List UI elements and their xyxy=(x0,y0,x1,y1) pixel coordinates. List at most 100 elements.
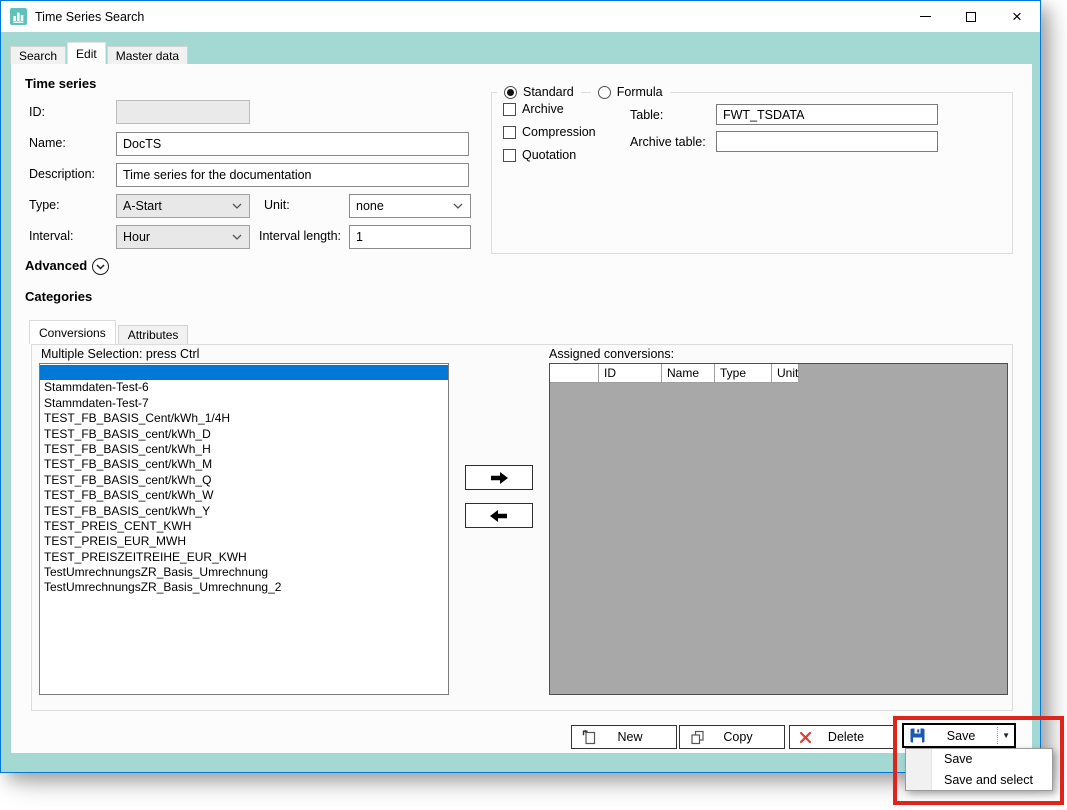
archive-table-field[interactable] xyxy=(716,131,938,152)
main-tab[interactable]: Master data xyxy=(107,46,188,64)
list-item[interactable]: TEST_FB_BASIS_cent/kWh_D xyxy=(40,427,448,442)
close-button[interactable]: × xyxy=(994,1,1040,32)
advanced-heading: Advanced xyxy=(25,258,87,273)
list-item[interactable]: TEST_PREIS_CENT_KWH xyxy=(40,519,448,534)
advanced-expander-button[interactable] xyxy=(92,258,109,275)
title-bar: Time Series Search × xyxy=(1,1,1040,32)
close-icon: × xyxy=(1012,8,1022,25)
copy-icon xyxy=(689,729,706,746)
unassign-conversion-button[interactable] xyxy=(465,503,533,528)
radio-icon xyxy=(598,86,611,99)
list-item[interactable]: TEST_FB_BASIS_Cent/kWh_1/4H xyxy=(40,411,448,426)
list-item[interactable]: TEST_FB_BASIS_cent/kWh_H xyxy=(40,442,448,457)
time-series-heading: Time series xyxy=(25,76,96,91)
interval-dropdown[interactable]: Hour xyxy=(116,225,250,249)
checkbox-option[interactable]: Quotation xyxy=(503,148,596,162)
new-document-icon xyxy=(581,729,598,746)
checkbox-icon xyxy=(503,149,516,162)
checkbox-label: Archive xyxy=(522,102,564,116)
radio-label: Standard xyxy=(523,85,574,99)
list-item[interactable]: TEST_FB_BASIS_cent/kWh_Q xyxy=(40,473,448,488)
assigned-conversions-table: IDNameTypeUnit xyxy=(549,363,1008,695)
main-tab-strip: SearchEditMaster data xyxy=(10,42,189,64)
column-header[interactable] xyxy=(550,364,599,383)
column-header[interactable]: Name xyxy=(662,364,715,383)
x-icon xyxy=(799,731,812,744)
menu-item[interactable]: Save xyxy=(906,749,1052,770)
checkbox-option[interactable]: Archive xyxy=(503,102,596,116)
checkbox-label: Quotation xyxy=(522,148,576,162)
list-item[interactable]: TestUmrechnungsZR_Basis_Umrechnung_2 xyxy=(40,580,448,595)
unit-dropdown[interactable]: none xyxy=(349,194,471,218)
list-item[interactable]: TEST_FB_BASIS_cent/kWh_M xyxy=(40,457,448,472)
main-tab[interactable]: Search xyxy=(10,46,66,64)
type-dropdown[interactable]: A-Start xyxy=(116,194,250,218)
unit-label: Unit: xyxy=(264,198,290,212)
radio-option[interactable]: Formula xyxy=(591,85,670,99)
bar-chart-icon xyxy=(10,8,27,25)
storage-type-radios: Standard Formula xyxy=(497,85,680,99)
interval-label: Interval: xyxy=(29,229,73,243)
checkbox-option[interactable]: Compression xyxy=(503,125,596,139)
name-label: Name: xyxy=(29,136,66,150)
table-label: Table: xyxy=(630,108,663,122)
list-item[interactable]: TEST_FB_BASIS_cent/kWh_Y xyxy=(40,504,448,519)
assigned-table-header: IDNameTypeUnit xyxy=(550,364,1007,383)
storage-checkboxes: Archive Compression Quotation xyxy=(503,102,596,171)
list-item[interactable] xyxy=(40,365,448,380)
new-button[interactable]: New xyxy=(571,725,677,749)
multiple-selection-hint: Multiple Selection: press Ctrl xyxy=(41,347,199,361)
save-dropdown-menu: SaveSave and select xyxy=(905,748,1053,791)
archive-table-label: Archive table: xyxy=(630,135,706,149)
list-item[interactable]: TEST_PREISZEITREIHE_EUR_KWH xyxy=(40,550,448,565)
list-item[interactable]: TEST_PREIS_EUR_MWH xyxy=(40,534,448,549)
arrow-left-icon xyxy=(489,509,509,523)
categories-tab[interactable]: Attributes xyxy=(118,325,189,344)
categories-heading: Categories xyxy=(25,289,92,304)
chevron-down-icon xyxy=(453,203,463,209)
list-item[interactable]: Stammdaten-Test-6 xyxy=(40,380,448,395)
minimize-icon xyxy=(920,16,931,17)
checkbox-label: Compression xyxy=(522,125,596,139)
name-field[interactable]: DocTS xyxy=(116,132,469,156)
list-item[interactable]: TEST_FB_BASIS_cent/kWh_W xyxy=(40,488,448,503)
save-button[interactable]: Save ▼ xyxy=(902,723,1016,748)
caret-down-icon: ▼ xyxy=(1002,731,1010,740)
maximize-button[interactable] xyxy=(948,1,994,32)
copy-button[interactable]: Copy xyxy=(679,725,785,749)
column-header[interactable]: ID xyxy=(599,364,662,383)
floppy-disk-icon xyxy=(910,728,925,743)
type-label: Type: xyxy=(29,198,60,212)
delete-button[interactable]: Delete xyxy=(789,725,895,749)
maximize-icon xyxy=(966,12,976,22)
available-conversions-list[interactable]: Stammdaten-Test-6Stammdaten-Test-7TEST_F… xyxy=(39,363,449,695)
minimize-button[interactable] xyxy=(902,1,948,32)
id-field xyxy=(116,100,250,124)
menu-item[interactable]: Save and select xyxy=(906,770,1052,791)
interval-length-field[interactable]: 1 xyxy=(349,225,471,249)
menu-items: SaveSave and select xyxy=(906,749,1052,791)
main-tab[interactable]: Edit xyxy=(67,42,106,64)
list-item[interactable]: Stammdaten-Test-7 xyxy=(40,396,448,411)
id-label: ID: xyxy=(29,105,45,119)
checkbox-icon xyxy=(503,126,516,139)
chevron-down-icon xyxy=(232,234,242,240)
checkbox-icon xyxy=(503,103,516,116)
desktop-background: Time Series Search × SearchEditMaster da… xyxy=(0,0,1067,810)
window-title: Time Series Search xyxy=(35,10,144,24)
chevron-down-circle-icon xyxy=(96,264,105,270)
save-dropdown-toggle[interactable]: ▼ xyxy=(997,727,1014,744)
chevron-down-icon xyxy=(232,203,242,209)
assign-conversion-button[interactable] xyxy=(465,465,533,490)
column-header[interactable]: Unit xyxy=(772,364,799,383)
list-item[interactable]: TestUmrechnungsZR_Basis_Umrechnung xyxy=(40,565,448,580)
radio-icon xyxy=(504,86,517,99)
radio-option[interactable]: Standard xyxy=(497,85,581,99)
categories-tab[interactable]: Conversions xyxy=(29,320,116,344)
table-field[interactable]: FWT_TSDATA xyxy=(716,104,938,125)
column-header[interactable]: Type xyxy=(715,364,772,383)
radio-label: Formula xyxy=(617,85,663,99)
assigned-conversions-label: Assigned conversions: xyxy=(549,347,674,361)
description-field[interactable]: Time series for the documentation xyxy=(116,163,469,187)
interval-length-label: Interval length: xyxy=(259,229,341,243)
